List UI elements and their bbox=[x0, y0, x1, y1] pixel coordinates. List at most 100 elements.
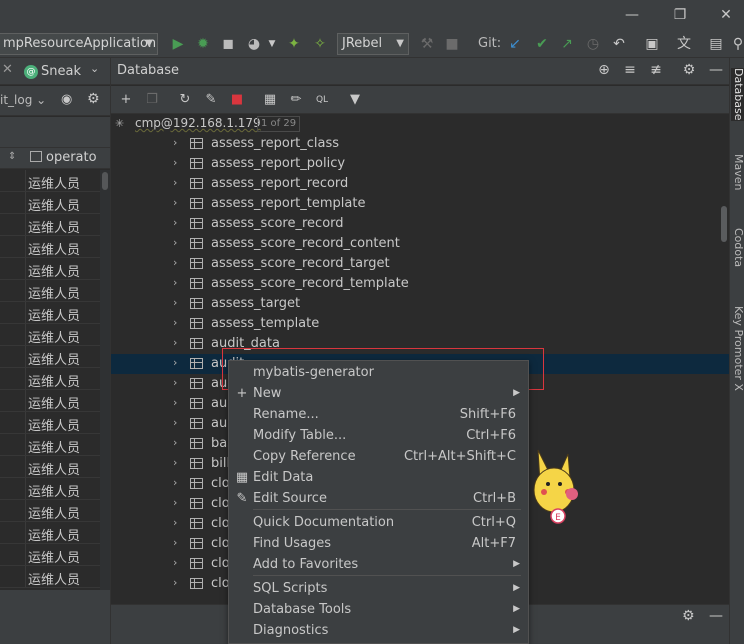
chevron-right-icon[interactable]: › bbox=[173, 336, 177, 349]
build-icon[interactable]: ⚒ bbox=[417, 34, 437, 54]
refresh-icon[interactable]: ↻ bbox=[175, 90, 195, 110]
properties-icon[interactable]: ✎ bbox=[201, 90, 221, 110]
menu-item-rename[interactable]: Rename... Shift+F6 bbox=[229, 405, 528, 426]
gear-icon[interactable]: ⚙ bbox=[682, 608, 695, 624]
table-row[interactable]: 运维人员 bbox=[0, 324, 100, 346]
right-tab-codota[interactable]: Codota bbox=[731, 228, 744, 267]
grid-cell[interactable]: 运维人员 bbox=[28, 459, 80, 478]
table-selector[interactable]: it_log ⌄ bbox=[0, 93, 46, 107]
gear-icon[interactable]: ⚙ bbox=[87, 91, 100, 107]
table-row[interactable]: 运维人员 bbox=[0, 258, 100, 280]
chevron-right-icon[interactable]: › bbox=[173, 256, 177, 269]
close-icon[interactable]: ✕ bbox=[2, 62, 13, 77]
grid-cell[interactable]: 运维人员 bbox=[28, 239, 80, 258]
console-icon[interactable]: QL bbox=[312, 90, 332, 110]
chevron-right-icon[interactable]: › bbox=[173, 356, 177, 369]
disconnect-icon[interactable]: ■ bbox=[227, 90, 247, 110]
tree-item-table[interactable]: › assess_target bbox=[111, 294, 729, 314]
grid-cell[interactable]: 运维人员 bbox=[28, 349, 80, 368]
terminal-icon[interactable]: ▤ bbox=[706, 34, 726, 54]
chevron-right-icon[interactable]: › bbox=[173, 456, 177, 469]
tree-item-table[interactable]: › assess_score_record bbox=[111, 214, 729, 234]
grid-cell[interactable]: 运维人员 bbox=[28, 371, 80, 390]
scrollbar-thumb[interactable] bbox=[721, 206, 727, 242]
jrebel-combo[interactable]: JRebel ▼ bbox=[337, 33, 409, 55]
chevron-right-icon[interactable]: › bbox=[173, 296, 177, 309]
table-row[interactable]: 运维人员 bbox=[0, 214, 100, 236]
schema-count-badge[interactable]: 1 of 29 bbox=[257, 116, 301, 132]
table-row[interactable]: 运维人员 bbox=[0, 390, 100, 412]
row-gutter[interactable] bbox=[0, 258, 26, 279]
tree-item-table[interactable]: › assess_score_record_content bbox=[111, 234, 729, 254]
chevron-right-icon[interactable]: › bbox=[173, 196, 177, 209]
run-config-combo[interactable]: mpResourceApplication ▼ bbox=[0, 33, 158, 55]
stop-icon[interactable]: ■ bbox=[442, 34, 462, 54]
chevron-right-icon[interactable]: › bbox=[173, 376, 177, 389]
chevron-right-icon[interactable]: › bbox=[173, 316, 177, 329]
target-icon[interactable]: ⊕ bbox=[595, 62, 613, 78]
grid-cell[interactable]: 运维人员 bbox=[28, 437, 80, 456]
scrollbar-thumb[interactable] bbox=[102, 172, 108, 190]
table-row[interactable]: 运维人员 bbox=[0, 236, 100, 258]
chevron-right-icon[interactable]: › bbox=[173, 236, 177, 249]
restore-icon[interactable]: ❐ bbox=[668, 4, 692, 26]
chevron-right-icon[interactable]: › bbox=[173, 276, 177, 289]
grid-cell[interactable]: 运维人员 bbox=[28, 503, 80, 522]
table-row[interactable]: 运维人员 bbox=[0, 456, 100, 478]
expand-all-icon[interactable]: ≡ bbox=[621, 62, 639, 78]
minimize-panel-icon[interactable]: — bbox=[707, 62, 725, 78]
chevron-right-icon[interactable]: › bbox=[173, 156, 177, 169]
chevron-right-icon[interactable]: › bbox=[173, 516, 177, 529]
column-header-operator[interactable]: operato bbox=[30, 150, 97, 165]
git-update-icon[interactable]: ↙ bbox=[505, 34, 525, 54]
menu-item-quick-documentation[interactable]: Quick Documentation Ctrl+Q bbox=[229, 513, 528, 534]
table-row[interactable]: 运维人员 bbox=[0, 566, 100, 588]
minimize-panel-icon[interactable]: — bbox=[709, 608, 723, 624]
eye-icon[interactable]: ◉ bbox=[61, 92, 72, 107]
row-gutter[interactable] bbox=[0, 478, 26, 499]
grid-cell[interactable]: 运维人员 bbox=[28, 481, 80, 500]
table-row[interactable]: 运维人员 bbox=[0, 346, 100, 368]
row-gutter[interactable] bbox=[0, 500, 26, 521]
grid-scrollbar[interactable] bbox=[100, 170, 110, 590]
grid-cell[interactable]: 运维人员 bbox=[28, 261, 80, 280]
chevron-right-icon[interactable]: › bbox=[173, 416, 177, 429]
profile-icon[interactable]: ◕ bbox=[244, 34, 264, 54]
gear-icon[interactable]: ⚙ bbox=[680, 62, 698, 78]
table-row[interactable]: 运维人员 bbox=[0, 434, 100, 456]
chevron-down-icon[interactable]: ⌄ bbox=[90, 62, 99, 75]
tree-item-table[interactable]: › assess_report_record bbox=[111, 174, 729, 194]
translate-icon[interactable]: 文 bbox=[674, 34, 694, 54]
tree-scrollbar[interactable] bbox=[719, 114, 729, 604]
chevron-right-icon[interactable]: › bbox=[173, 436, 177, 449]
search-icon[interactable]: ⚲ bbox=[728, 34, 744, 54]
tree-item-table[interactable]: › assess_score_record_target bbox=[111, 254, 729, 274]
row-gutter[interactable] bbox=[0, 566, 26, 587]
tree-item-table[interactable]: › assess_report_policy bbox=[111, 154, 729, 174]
menu-item-copy-reference[interactable]: Copy Reference Ctrl+Alt+Shift+C bbox=[229, 447, 528, 468]
close-icon[interactable]: ✕ bbox=[714, 4, 738, 26]
table-icon[interactable]: ▦ bbox=[260, 90, 280, 110]
menu-item-modify-table[interactable]: Modify Table... Ctrl+F6 bbox=[229, 426, 528, 447]
right-tab-key-promoter[interactable]: Key Promoter X bbox=[731, 306, 744, 391]
table-row[interactable]: 运维人员 bbox=[0, 302, 100, 324]
row-gutter[interactable] bbox=[0, 434, 26, 455]
table-row[interactable]: 运维人员 bbox=[0, 192, 100, 214]
rollback-icon[interactable]: ↶ bbox=[609, 34, 629, 54]
chevron-right-icon[interactable]: › bbox=[173, 176, 177, 189]
grid-cell[interactable]: 运维人员 bbox=[28, 415, 80, 434]
table-row[interactable]: 运维人员 bbox=[0, 170, 100, 192]
chevron-right-icon[interactable]: › bbox=[173, 216, 177, 229]
chevron-right-icon[interactable]: › bbox=[173, 536, 177, 549]
collapse-all-icon[interactable]: ≢ bbox=[647, 62, 665, 78]
jrebel-debug-icon[interactable]: ✧ bbox=[310, 34, 330, 54]
row-gutter[interactable] bbox=[0, 302, 26, 323]
chevron-down-icon[interactable]: ▼ bbox=[262, 34, 282, 54]
menu-item-sql-scripts[interactable]: SQL Scripts ▶ bbox=[229, 579, 528, 600]
table-row[interactable]: 运维人员 bbox=[0, 412, 100, 434]
row-gutter[interactable] bbox=[0, 456, 26, 477]
connection-node[interactable]: ✳ cmp@192.168.1.179 1 of 29 bbox=[111, 114, 729, 134]
debug-icon[interactable]: ✹ bbox=[193, 34, 213, 54]
row-gutter[interactable] bbox=[0, 368, 26, 389]
menu-item-add-to-favorites[interactable]: Add to Favorites ▶ bbox=[229, 555, 528, 576]
